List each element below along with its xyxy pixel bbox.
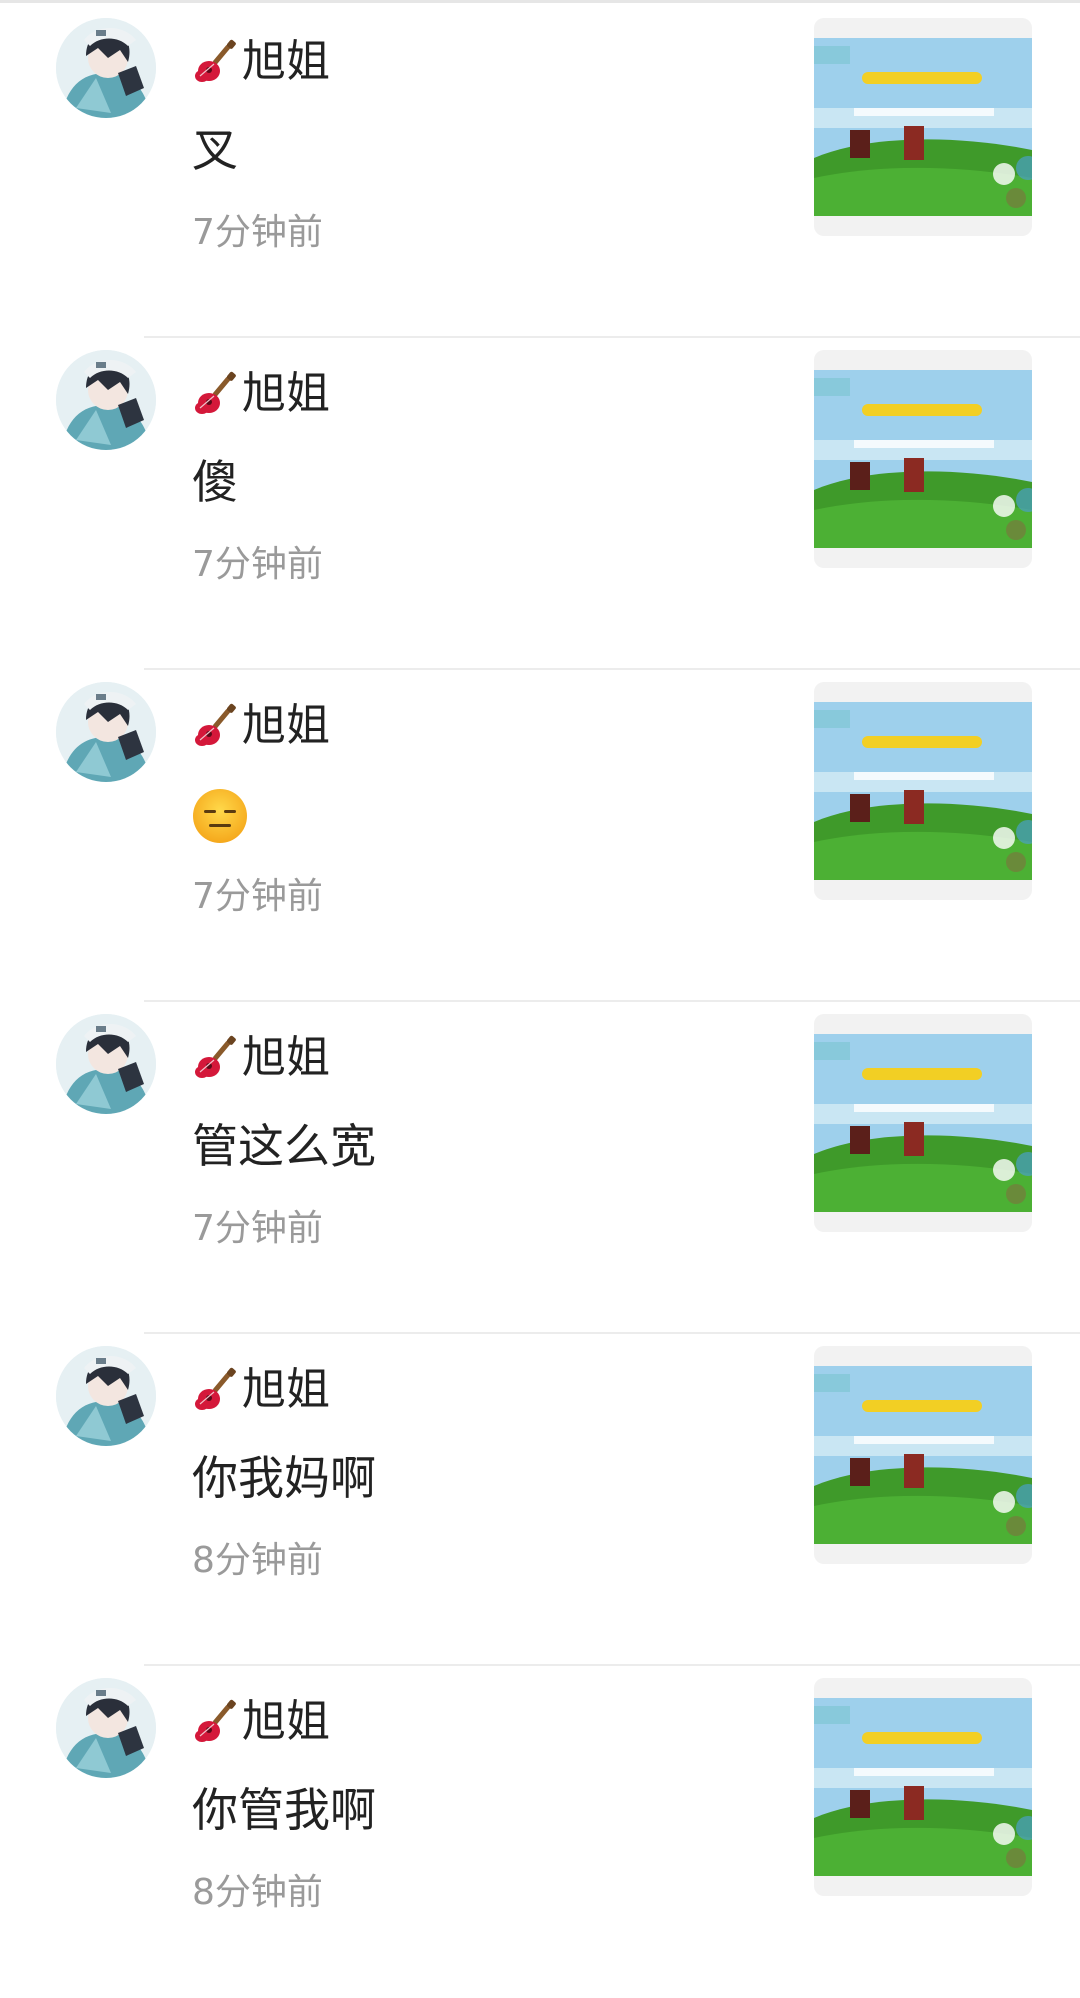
game-screenshot-thumbnail	[814, 370, 1032, 548]
timestamp: 7分钟前	[192, 1208, 323, 1249]
timestamp: 8分钟前	[192, 1540, 323, 1581]
username-row[interactable]: 旭姐	[192, 34, 330, 90]
comment-text: 管这么宽	[192, 1119, 376, 1173]
top-divider	[0, 0, 1080, 3]
avatar-image	[56, 682, 156, 782]
comment-item[interactable]: 旭姐 傻 7分钟前	[0, 338, 1080, 670]
thumbnail[interactable]	[814, 1346, 1032, 1564]
thumbnail[interactable]	[814, 1678, 1032, 1896]
guitar-icon	[195, 1699, 236, 1742]
comment-list: 旭姐 叉 7分钟前 旭姐 傻 7分钟前 旭姐 7分钟前 旭姐 管这么宽 7分钟前…	[0, 6, 1080, 1998]
comment-text: 你管我啊	[192, 1783, 376, 1837]
username-row[interactable]: 旭姐	[192, 1362, 330, 1418]
avatar-image	[56, 1346, 156, 1446]
avatar[interactable]	[56, 1014, 156, 1114]
game-screenshot-thumbnail	[814, 1698, 1032, 1876]
avatar-image	[56, 1678, 156, 1778]
username-row[interactable]: 旭姐	[192, 1030, 330, 1086]
game-screenshot-thumbnail	[814, 702, 1032, 880]
username-row[interactable]: 旭姐	[192, 1694, 330, 1750]
timestamp: 7分钟前	[192, 876, 323, 917]
thumbnail[interactable]	[814, 1014, 1032, 1232]
thumbnail[interactable]	[814, 350, 1032, 568]
thumbnail[interactable]	[814, 18, 1032, 236]
comment-text: 叉	[192, 123, 238, 177]
username: 旭姐	[242, 1032, 330, 1083]
game-screenshot-thumbnail	[814, 1034, 1032, 1212]
comment-text: 你我妈啊	[192, 1451, 376, 1505]
avatar-image	[56, 18, 156, 118]
username-row[interactable]: 旭姐	[192, 698, 330, 754]
thumbnail[interactable]	[814, 682, 1032, 900]
avatar[interactable]	[56, 350, 156, 450]
expressionless-face-icon	[193, 789, 247, 843]
username: 旭姐	[242, 700, 330, 751]
comment-item[interactable]: 旭姐 你管我啊 8分钟前	[0, 1666, 1080, 1998]
avatar-image	[56, 1014, 156, 1114]
comment-item[interactable]: 旭姐 7分钟前	[0, 670, 1080, 1002]
username: 旭姐	[242, 1696, 330, 1747]
guitar-icon	[195, 1035, 236, 1078]
comment-item[interactable]: 旭姐 管这么宽 7分钟前	[0, 1002, 1080, 1334]
username: 旭姐	[242, 1364, 330, 1415]
avatar[interactable]	[56, 1678, 156, 1778]
game-screenshot-thumbnail	[814, 38, 1032, 216]
timestamp: 8分钟前	[192, 1872, 323, 1913]
guitar-icon	[195, 371, 236, 414]
guitar-icon	[195, 39, 236, 82]
game-screenshot-thumbnail	[814, 1366, 1032, 1544]
timestamp: 7分钟前	[192, 212, 323, 253]
guitar-icon	[195, 1367, 236, 1410]
avatar[interactable]	[56, 18, 156, 118]
avatar-image	[56, 350, 156, 450]
avatar[interactable]	[56, 682, 156, 782]
comment-item[interactable]: 旭姐 你我妈啊 8分钟前	[0, 1334, 1080, 1666]
username: 旭姐	[242, 36, 330, 87]
username-row[interactable]: 旭姐	[192, 366, 330, 422]
timestamp: 7分钟前	[192, 544, 323, 585]
username: 旭姐	[242, 368, 330, 419]
comment-text: 傻	[192, 455, 238, 509]
guitar-icon	[195, 703, 236, 746]
comment-item[interactable]: 旭姐 叉 7分钟前	[0, 6, 1080, 338]
avatar[interactable]	[56, 1346, 156, 1446]
